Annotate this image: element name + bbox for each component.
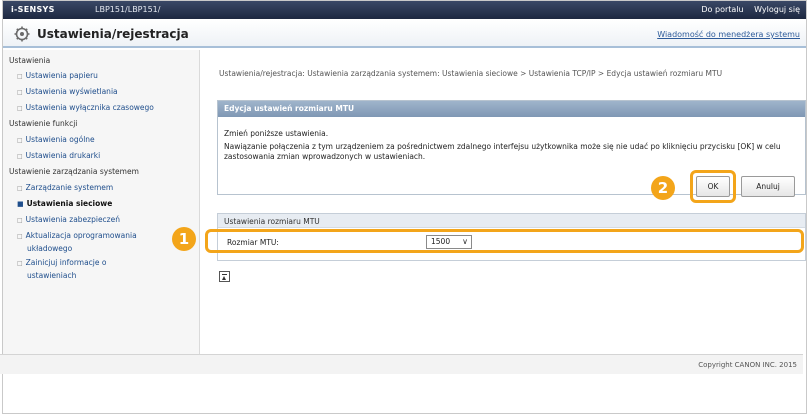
settings-gear-icon [14,26,30,42]
sidebar-item-general[interactable]: □ Ustawienia ogólne [17,134,195,147]
bullet-icon: □ [17,153,23,160]
portal-link[interactable]: Do portalu [701,5,743,14]
callout-badge-1: 1 [172,227,196,251]
sidebar-item-label: Ustawienia papieru [25,71,98,80]
selected-bullet-icon: ■ [17,200,24,208]
sidebar-item-firmware[interactable]: □ Aktualizacja oprogramowania układowego [17,230,137,255]
callout-badge-2: 2 [651,176,675,200]
bullet-icon: □ [17,105,23,112]
sidebar-item-label: Aktualizacja oprogramowania układowego [25,231,137,253]
settings-heading: Ustawienia rozmiaru MTU [218,214,805,228]
sidebar-item-label: Zarządzanie systemem [25,183,114,192]
device-name: LBP151/LBP151/ [95,5,161,14]
brand-logo: i-SENSYS [11,5,55,14]
breadcrumb: Ustawienia/rejestracja: Ustawienia zarzą… [219,69,723,78]
sidebar-section-system: Ustawienie zarządzania systemem [9,167,139,176]
bullet-icon: □ [17,233,23,240]
cancel-button[interactable]: Anuluj [741,176,795,197]
sidebar-item-label: Ustawienia drukarki [25,151,101,160]
bullet-icon: □ [17,73,23,80]
page-title: Ustawienia/rejestracja [37,27,189,41]
mtu-callout-ring [205,229,804,253]
chevron-down-icon: ∨ [462,237,468,246]
bullet-icon: □ [17,89,23,96]
message-to-admin-link[interactable]: Wiadomość do menedżera systemu [657,30,800,39]
title-bar: Ustawienia/rejestracja Wiadomość do mene… [3,20,806,48]
sidebar-item-label: Zainicjuj informacje o ustawieniach [25,258,107,280]
logout-link[interactable]: Wyloguj się [754,5,800,14]
sidebar-item-label: Ustawienia ogólne [25,135,95,144]
sidebar-item-label: Ustawienia wyświetlania [25,87,118,96]
bullet-icon: □ [17,137,23,144]
sidebar-item-system-management[interactable]: □ Zarządzanie systemem [17,182,195,195]
sidebar-item-label: Ustawienia wyłącznika czasowego [25,103,154,112]
sidebar-item-network[interactable]: ■ Ustawienia sieciowe [17,198,195,210]
sidebar-item-paper[interactable]: □ Ustawienia papieru [17,70,195,83]
ok-button[interactable]: OK [696,176,730,197]
top-bar: i-SENSYS LBP151/LBP151/ Do portalu Wylog… [3,1,806,19]
footer: Copyright CANON INC. 2015 [0,354,803,374]
sidebar-section-function: Ustawienie funkcji [9,119,78,128]
sidebar-item-label: Ustawienia zabezpieczeń [25,215,120,224]
mtu-size-label: Rozmiar MTU: [227,238,279,247]
sidebar-item-display[interactable]: □ Ustawienia wyświetlania [17,86,195,99]
panel-warning: Nawiązanie połączenia z tym urządzeniem … [224,142,781,161]
mtu-size-value: 1500 [431,237,451,246]
sidebar-item-security[interactable]: □ Ustawienia zabezpieczeń [17,214,195,227]
browser-page: i-SENSYS LBP151/LBP151/ Do portalu Wylog… [2,0,807,414]
sidebar: Ustawienia □ Ustawienia papieru □ Ustawien… [3,50,200,365]
bullet-icon: □ [17,217,23,224]
sidebar-item-timer[interactable]: □ Ustawienia wyłącznika czasowego [17,102,195,115]
sidebar-item-initialize[interactable]: □ Zainicjuj informacje o ustawieniach [17,257,113,282]
bullet-icon: □ [17,260,23,267]
sidebar-section-settings: Ustawienia [9,56,51,65]
copyright: Copyright CANON INC. 2015 [698,361,797,369]
panel-title: Edycja ustawień rozmiaru MTU [218,101,805,117]
panel-instruction: Zmień poniższe ustawienia. [224,129,329,138]
back-to-top-icon[interactable] [219,271,230,282]
sidebar-item-printer[interactable]: □ Ustawienia drukarki [17,150,195,163]
mtu-size-select[interactable]: 1500 ∨ [426,235,472,249]
bullet-icon: □ [17,185,23,192]
sidebar-item-label: Ustawienia sieciowe [26,199,113,208]
top-links: Do portalu Wyloguj się [701,5,800,14]
